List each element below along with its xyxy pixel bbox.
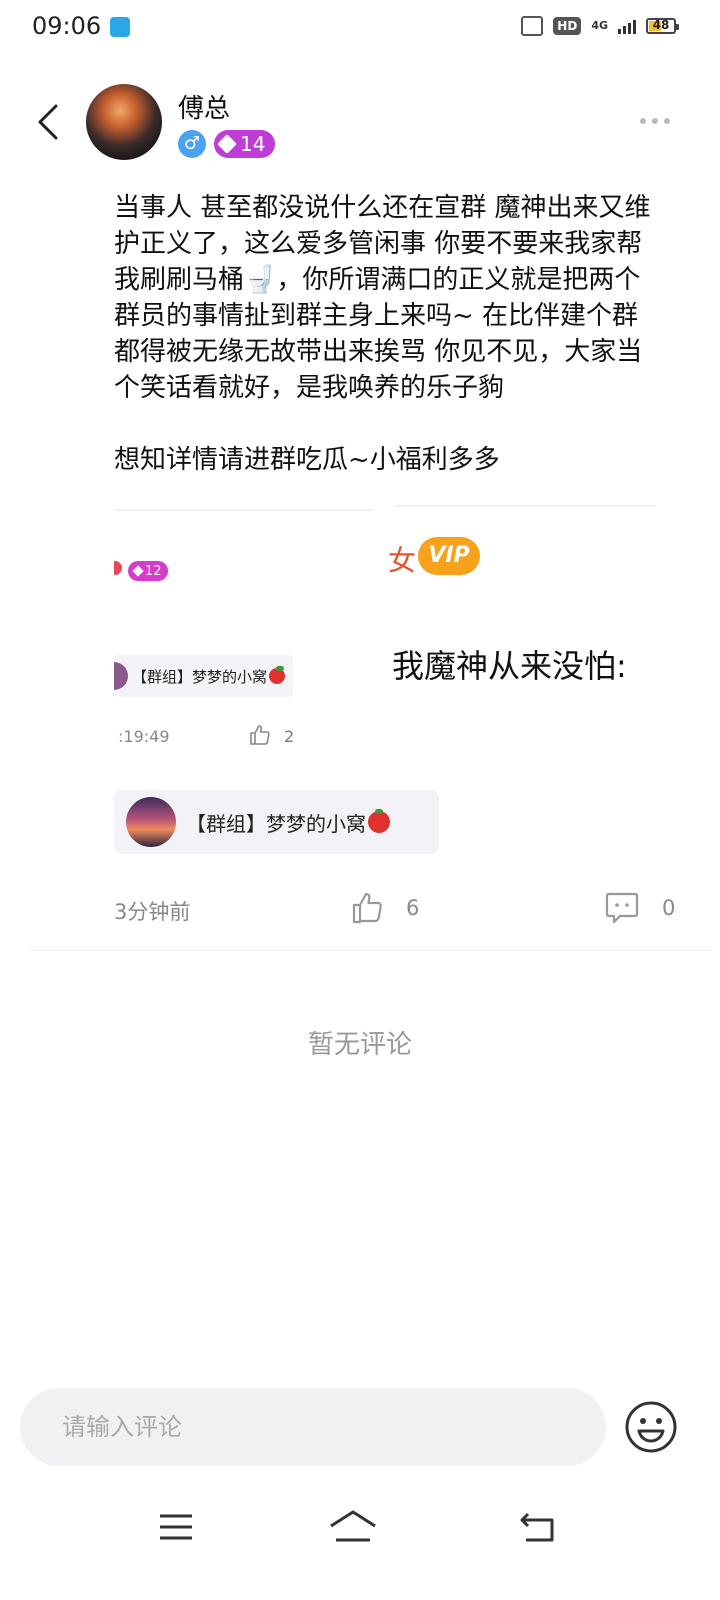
comment-input[interactable] — [60, 1412, 564, 1442]
embedded-group-name: 【群组】梦梦的小窝 — [132, 667, 268, 686]
embedded-level-number: 12 — [145, 563, 162, 579]
like-count: 6 — [406, 896, 420, 920]
divider — [30, 950, 710, 951]
signal-icon — [618, 18, 636, 34]
back-arrow-icon[interactable] — [30, 102, 70, 142]
battery-level: 48 — [652, 18, 670, 32]
embedded-group-tag: 【群组】梦梦的小窝 — [114, 655, 294, 697]
post-image[interactable]: 12 女 VIP 我魔神从来没怕: 【群组】梦梦的小窝 :19:49 2 — [114, 505, 656, 775]
status-time: 09:06 — [32, 12, 102, 40]
group-name: 【群组】梦梦的小窝 — [186, 811, 366, 836]
embedded-avatar-fragment — [114, 561, 122, 575]
male-gender-icon: ♂ — [178, 130, 206, 158]
diamond-icon — [217, 134, 237, 154]
embedded-group-avatar — [114, 662, 128, 690]
embedded-partial-text: 女 — [388, 544, 417, 577]
hd-icon: HD — [553, 17, 582, 35]
status-icons: HD 4G 48 — [521, 16, 679, 36]
comment-input-container[interactable] — [20, 1388, 606, 1466]
menu-icon[interactable] — [158, 1512, 194, 1542]
network-type: 4G — [591, 19, 608, 32]
post-paragraph-1: 当事人 甚至都没说什么还在宣群 魔神出来又维护正义了，这么爱多管闲事 你要不要来… — [114, 193, 651, 403]
tomato-icon — [368, 809, 390, 833]
level-badge: 14 — [214, 130, 276, 158]
embedded-big-text: 我魔神从来没怕: — [392, 647, 627, 685]
post-time: 3分钟前 — [114, 900, 191, 924]
comment-icon[interactable] — [604, 890, 640, 926]
battery-icon: 48 — [646, 18, 679, 34]
app-notification-icon — [110, 17, 130, 37]
thumbs-up-icon[interactable] — [350, 890, 386, 926]
post-paragraph-2: 想知详情请进群吃瓜~小福利多多 — [114, 445, 500, 475]
level-number: 14 — [240, 132, 266, 156]
post-content: 当事人 甚至都没说什么还在宣群 魔神出来又维护正义了，这么爱多管闲事 你要不要来… — [114, 190, 662, 478]
group-avatar — [126, 797, 176, 847]
nav-back-icon[interactable] — [518, 1510, 558, 1544]
embedded-like-count: 2 — [284, 727, 295, 746]
username[interactable]: 傅总 — [178, 88, 230, 125]
comment-count: 0 — [662, 896, 676, 920]
vip-badge: VIP — [418, 537, 480, 575]
embedded-time: :19:49 — [118, 727, 170, 746]
emoji-icon[interactable] — [624, 1400, 678, 1454]
group-card[interactable]: 【群组】梦梦的小窝 — [114, 790, 439, 854]
more-options-icon[interactable] — [640, 118, 670, 124]
vibrate-icon — [521, 16, 544, 36]
user-avatar[interactable] — [86, 84, 162, 160]
embedded-level-badge: 12 — [128, 561, 168, 581]
home-icon[interactable] — [328, 1508, 378, 1544]
embedded-diamond-icon — [132, 565, 144, 577]
tomato-icon — [269, 666, 286, 684]
embedded-thumbs-up-icon — [250, 725, 270, 745]
no-comments-text: 暂无评论 — [307, 1030, 412, 1060]
